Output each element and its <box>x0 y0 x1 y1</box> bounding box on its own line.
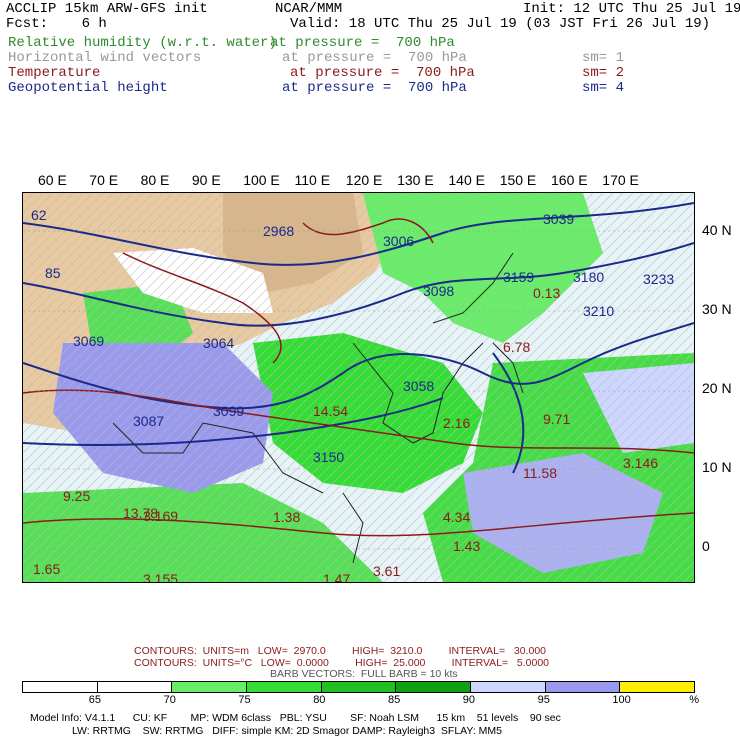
init-time: Init: 12 UTC Thu 25 Jul 19 <box>523 1 740 17</box>
barb-info: BARB VECTORS: FULL BARB = 10 kts <box>270 668 458 680</box>
colorbar-label: 100 <box>612 694 631 706</box>
field-level: at pressure = 700 hPa <box>282 80 467 96</box>
map-contour-label: 3233 <box>643 271 675 287</box>
lat-label: 0 <box>702 538 710 554</box>
map-contour-label: 3064 <box>203 335 235 351</box>
lon-label: 80 E <box>140 172 170 188</box>
map-contour-label: 62 <box>31 207 47 223</box>
lat-label: 10 N <box>702 459 732 475</box>
map-contour-label: 3069 <box>73 333 105 349</box>
field-smoothing: sm= 2 <box>582 65 625 81</box>
map-contour-label: 3058 <box>403 378 435 394</box>
map-contour-label: 3150 <box>313 449 345 465</box>
colorbar-label: 70 <box>163 694 176 706</box>
map-contour-label: 4.34 <box>443 509 471 525</box>
colorbar-swatch <box>97 682 173 692</box>
lon-label: 120 E <box>345 172 383 188</box>
map-contour-label: 3.61 <box>373 563 401 579</box>
field-name: Temperature <box>8 65 101 81</box>
model-info-line1: Model Info: V4.1.1 CU: KF MP: WDM 6class… <box>30 712 561 724</box>
map-contour-label: 85 <box>45 265 61 281</box>
colorbar-swatch <box>471 682 546 692</box>
lon-label: 110 E <box>294 172 331 188</box>
rh-colorbar <box>22 681 695 693</box>
map-contour-label: 1.47 <box>323 571 351 583</box>
colorbar-label: 85 <box>388 694 401 706</box>
lat-label: 30 N <box>702 301 732 317</box>
map-contour-label: 3098 <box>423 283 455 299</box>
lat-label: 40 N <box>702 222 732 238</box>
field-smoothing: sm= 1 <box>582 50 625 66</box>
model-title: ACCLIP 15km ARW-GFS init <box>6 1 208 17</box>
weather-map: 62 85 2968 3006 3039 3069 3064 3099 3087 3150 3159… <box>22 192 695 583</box>
map-contour-label: 3159 <box>503 269 535 285</box>
map-contour-label: 2.16 <box>443 415 471 431</box>
field-name: Horizontal wind vectors <box>8 50 202 66</box>
map-contour-label: 3.146 <box>623 455 659 471</box>
map-contour-label: 3.155 <box>143 571 179 583</box>
field-level: at pressure = 700 hPa <box>282 50 467 66</box>
lon-label: 150 E <box>499 172 537 188</box>
map-svg <box>23 193 694 582</box>
field-name: Relative humidity (w.r.t. water) <box>8 35 277 51</box>
colorbar-label: 95 <box>537 694 550 706</box>
map-contour-label: 14.54 <box>313 403 349 419</box>
field-name: Geopotential height <box>8 80 168 96</box>
map-contour-label: 0.13 <box>533 285 561 301</box>
height-contour-info: CONTOURS: UNITS=m LOW= 2970.0 HIGH= 3210… <box>134 645 546 657</box>
forecast-hour: Fcst: 6 h <box>6 16 107 32</box>
map-contour-label: 11.58 <box>523 465 557 481</box>
field-level: at pressure = 700 hPa <box>290 65 475 81</box>
colorbar-swatch <box>321 682 397 692</box>
lon-label: 70 E <box>89 172 119 188</box>
map-contour-label: 3039 <box>543 211 575 227</box>
colorbar-swatch <box>23 682 98 692</box>
map-contour-label: 1.65 <box>33 561 61 577</box>
colorbar-swatch <box>396 682 472 692</box>
model-info-line2: LW: RRTMG SW: RRTMG DIFF: simple KM: 2D … <box>72 725 503 737</box>
lon-label: 140 E <box>448 172 485 188</box>
map-contour-label: 3210 <box>583 303 615 319</box>
colorbar-label: 90 <box>462 694 476 706</box>
lon-label: 100 E <box>243 172 280 188</box>
map-contour-label: 9.25 <box>63 488 91 504</box>
institution-label: NCAR/MMM <box>275 1 343 17</box>
lon-label: 60 E <box>38 172 67 188</box>
lon-label: 90 E <box>191 172 221 188</box>
colorbar-swatch <box>172 682 248 692</box>
field-smoothing: sm= 4 <box>582 80 625 96</box>
map-contour-label: 9.71 <box>543 411 571 427</box>
map-contour-label: 3087 <box>133 413 165 429</box>
wind-vectors <box>23 193 694 582</box>
lat-label: 20 N <box>702 380 732 396</box>
colorbar-label: 80 <box>313 694 326 706</box>
colorbar-swatch <box>247 682 322 692</box>
lon-label: 170 E <box>602 172 639 188</box>
lon-label: 160 E <box>551 172 588 188</box>
map-contour-label: 1.38 <box>273 509 301 525</box>
colorbar-label: % <box>689 694 699 706</box>
colorbar-swatch <box>620 682 695 692</box>
lon-label: 130 E <box>397 172 434 188</box>
map-contour-label: 3180 <box>573 269 605 285</box>
colorbar-label: 65 <box>88 694 102 706</box>
colorbar-swatch <box>545 682 621 692</box>
map-contour-label: 3.169 <box>143 508 179 524</box>
map-contour-label: 3099 <box>213 403 245 419</box>
field-level: at pressure = 700 hPa <box>270 35 455 51</box>
map-contour-label: 2968 <box>263 223 295 239</box>
valid-time: Valid: 18 UTC Thu 25 Jul 19 (03 JST Fri … <box>290 16 711 32</box>
map-contour-label: 6.78 <box>503 339 531 355</box>
map-contour-label: 1.43 <box>453 538 481 554</box>
colorbar-label: 75 <box>238 694 251 706</box>
map-contour-label: 3006 <box>383 233 415 249</box>
